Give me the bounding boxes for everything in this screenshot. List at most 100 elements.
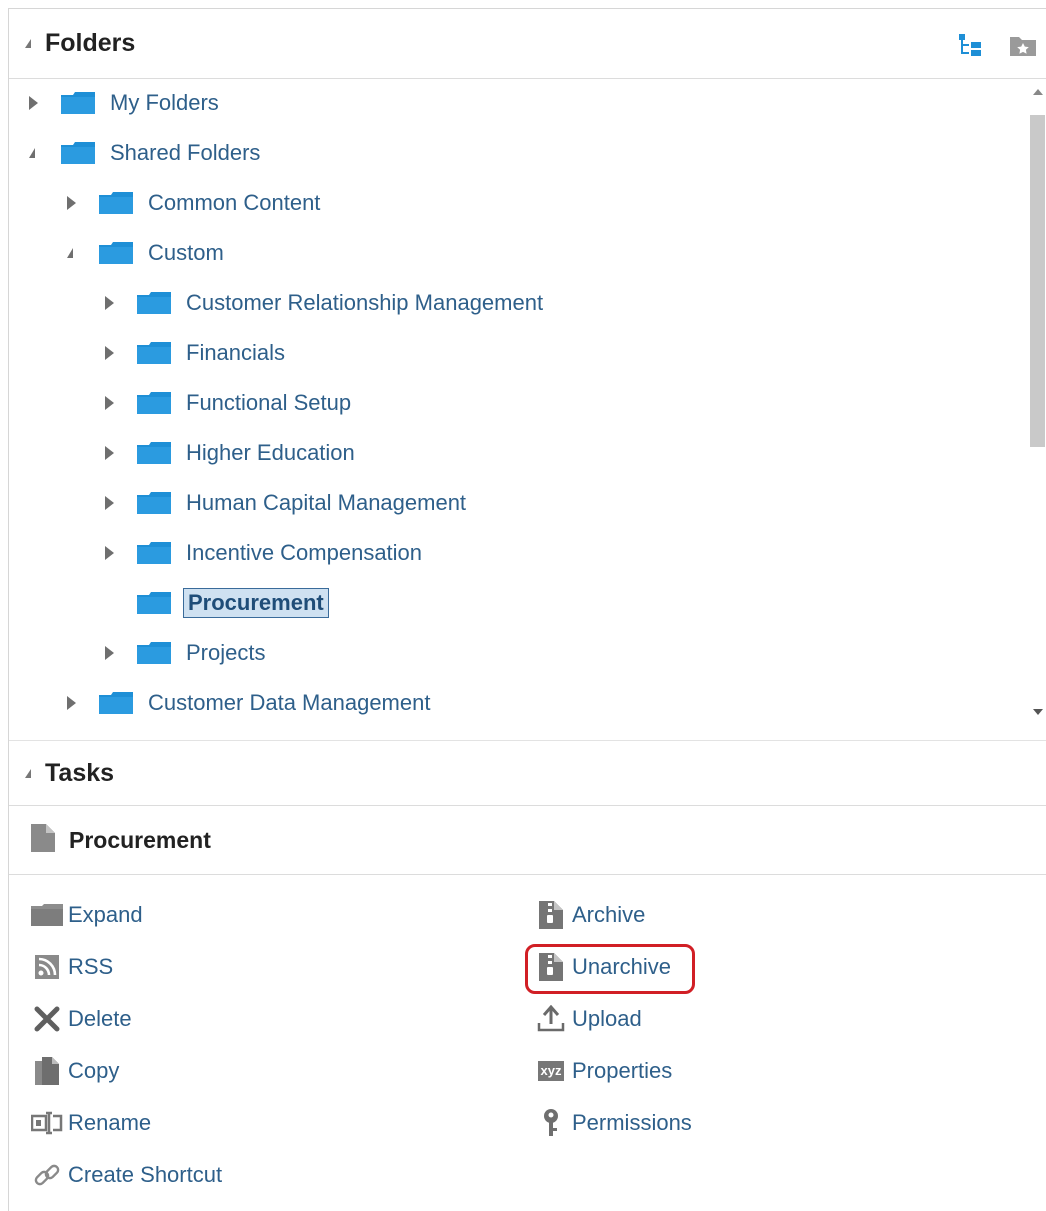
task-label[interactable]: Upload <box>572 1006 642 1032</box>
folder-icon <box>61 92 95 114</box>
tree-node-my-folders[interactable]: My Folders <box>29 83 222 123</box>
task-rename[interactable]: Rename <box>30 1106 151 1140</box>
rename-icon <box>30 1109 64 1137</box>
task-copy[interactable]: Copy <box>30 1054 119 1088</box>
folder-icon <box>99 192 133 214</box>
tree-node-projects[interactable]: Projects <box>105 633 268 673</box>
tree-node-human-capital-management[interactable]: Human Capital Management <box>105 483 469 523</box>
scroll-down-arrow-icon[interactable] <box>1033 709 1043 715</box>
tree-node-shared-folders[interactable]: Shared Folders <box>29 133 263 173</box>
collapse-triangle-icon[interactable] <box>29 148 35 158</box>
folders-toolbar <box>956 31 1038 59</box>
tree-node-label[interactable]: Customer Relationship Management <box>183 288 546 318</box>
folder-icon <box>137 542 171 564</box>
selected-item-header: Procurement <box>9 806 1046 875</box>
tree-node-label[interactable]: Projects <box>183 638 268 668</box>
selected-item-name: Procurement <box>69 826 211 853</box>
tree-node-label[interactable]: Human Capital Management <box>183 488 469 518</box>
tasks-panel-header[interactable]: Tasks <box>9 740 1046 806</box>
expand-triangle-icon[interactable] <box>105 646 114 660</box>
folder-icon <box>137 292 171 314</box>
task-rss[interactable]: RSS <box>30 950 113 984</box>
tree-node-label[interactable]: My Folders <box>107 88 222 118</box>
document-icon <box>31 823 55 857</box>
tree-node-incentive-compensation[interactable]: Incentive Compensation <box>105 533 425 573</box>
properties-icon-text: xyz <box>537 1061 565 1081</box>
folder-icon <box>99 692 133 714</box>
tree-view-icon[interactable] <box>956 31 986 59</box>
expand-triangle-icon[interactable] <box>105 396 114 410</box>
expand-triangle-icon[interactable] <box>67 696 76 710</box>
expand-triangle-icon[interactable] <box>105 346 114 360</box>
folder-icon <box>99 242 133 264</box>
copy-icon <box>30 1057 64 1085</box>
tree-node-customer-data-management[interactable]: Customer Data Management <box>67 683 433 723</box>
tree-node-label[interactable]: Shared Folders <box>107 138 263 168</box>
collapse-triangle-icon[interactable] <box>25 39 31 48</box>
task-label[interactable]: Properties <box>572 1058 672 1084</box>
tree-scrollbar[interactable] <box>1027 79 1046 739</box>
unarchive-highlight-box <box>525 944 695 994</box>
task-label[interactable]: Rename <box>68 1110 151 1136</box>
task-label[interactable]: Copy <box>68 1058 119 1084</box>
task-label[interactable]: Expand <box>68 902 143 928</box>
tree-node-label[interactable]: Functional Setup <box>183 388 354 418</box>
folder-icon <box>137 442 171 464</box>
tasks-panel-title: Tasks <box>45 758 115 787</box>
collapse-triangle-icon[interactable] <box>25 768 31 778</box>
folder-icon <box>137 642 171 664</box>
task-properties[interactable]: xyz Properties <box>534 1054 672 1088</box>
folder-icon <box>137 392 171 414</box>
task-create-shortcut[interactable]: Create Shortcut <box>30 1158 222 1192</box>
scroll-up-arrow-icon[interactable] <box>1033 89 1043 95</box>
favorite-folder-icon[interactable] <box>1008 31 1038 59</box>
folder-icon <box>30 901 64 929</box>
folders-panel-title: Folders <box>45 29 136 57</box>
folders-panel-header[interactable]: Folders <box>9 9 1046 79</box>
archive-icon <box>534 901 568 929</box>
folder-icon <box>137 342 171 364</box>
tree-node-higher-education[interactable]: Higher Education <box>105 433 358 473</box>
rss-icon <box>30 953 64 981</box>
task-permissions[interactable]: Permissions <box>534 1106 692 1140</box>
task-delete[interactable]: Delete <box>30 1002 132 1036</box>
task-label[interactable]: Permissions <box>572 1110 692 1136</box>
expand-triangle-icon[interactable] <box>105 446 114 460</box>
expand-triangle-icon[interactable] <box>67 196 76 210</box>
tree-node-label-selected[interactable]: Procurement <box>183 588 329 618</box>
tree-node-label[interactable]: Custom <box>145 238 227 268</box>
expand-triangle-icon[interactable] <box>105 546 114 560</box>
folder-icon <box>61 142 95 164</box>
expand-triangle-icon[interactable] <box>105 296 114 310</box>
tree-node-label[interactable]: Common Content <box>145 188 323 218</box>
folder-tree: My Folders Shared Folders Common Content… <box>9 79 1027 739</box>
tree-node-label[interactable]: Incentive Compensation <box>183 538 425 568</box>
task-upload[interactable]: Upload <box>534 1002 642 1036</box>
tree-node-financials[interactable]: Financials <box>105 333 288 373</box>
tree-node-customer-relationship-management[interactable]: Customer Relationship Management <box>105 283 546 323</box>
link-icon <box>30 1161 64 1189</box>
task-label[interactable]: RSS <box>68 954 113 980</box>
tree-node-label[interactable]: Financials <box>183 338 288 368</box>
tree-node-custom[interactable]: Custom <box>67 233 227 273</box>
tree-node-label[interactable]: Customer Data Management <box>145 688 433 718</box>
tree-node-functional-setup[interactable]: Functional Setup <box>105 383 354 423</box>
tree-node-label[interactable]: Higher Education <box>183 438 358 468</box>
collapse-triangle-icon[interactable] <box>67 248 73 258</box>
scroll-thumb[interactable] <box>1030 115 1045 447</box>
task-expand[interactable]: Expand <box>30 898 143 932</box>
upload-icon <box>534 1005 568 1033</box>
task-archive[interactable]: Archive <box>534 898 645 932</box>
folder-icon <box>137 592 171 614</box>
expand-triangle-icon[interactable] <box>105 496 114 510</box>
tree-node-procurement[interactable]: Procurement <box>105 583 329 623</box>
xyz-properties-icon: xyz <box>534 1057 568 1085</box>
task-label[interactable]: Create Shortcut <box>68 1162 222 1188</box>
delete-x-icon <box>30 1005 64 1033</box>
expand-triangle-icon[interactable] <box>29 96 38 110</box>
task-label[interactable]: Archive <box>572 902 645 928</box>
folder-icon <box>137 492 171 514</box>
task-label[interactable]: Delete <box>68 1006 132 1032</box>
tree-node-common-content[interactable]: Common Content <box>67 183 323 223</box>
key-icon <box>534 1109 568 1137</box>
